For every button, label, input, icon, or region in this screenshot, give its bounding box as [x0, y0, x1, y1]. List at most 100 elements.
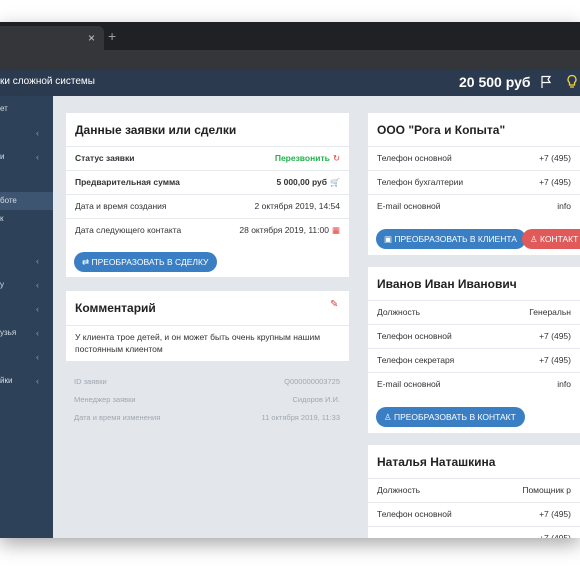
comment-card: Комментарий ✎ У клиента трое детей, и он…	[66, 291, 349, 361]
person-row: Должность Помощник р	[368, 478, 580, 502]
convert-to-deal-button[interactable]: ⇄ ПРЕОБРАЗОВАТЬ В СДЕЛКУ	[74, 252, 218, 272]
sidebar-item[interactable]: ‹	[0, 124, 53, 142]
chevron-left-icon: ‹	[36, 280, 39, 290]
sum-value-group: 5 000,00 руб 🛒	[277, 171, 340, 194]
next-contact-row: Дата следующего контакта 28 октября 2019…	[66, 218, 349, 242]
sidebar-item[interactable]: ‹	[0, 252, 53, 270]
screenshot-stage: × + ки сложной системы 20 500 руб ет ‹ и…	[0, 0, 580, 580]
app-title: ки сложной системы	[0, 76, 95, 87]
person-row-label: Должность	[377, 307, 421, 317]
person-row-label: Должность	[377, 485, 421, 495]
browser-tab-bar: × +	[0, 22, 580, 50]
browser-tab[interactable]: ×	[0, 26, 104, 50]
flag-icon[interactable]	[540, 75, 552, 89]
status-row: Статус заявки Перезвонить ↻	[66, 146, 349, 170]
company-row-label: E-mail основной	[377, 201, 441, 211]
chevron-left-icon: ‹	[36, 376, 39, 386]
chevron-left-icon: ‹	[36, 328, 39, 338]
convert-to-client-button[interactable]: ▣ ПРЕОБРАЗОВАТЬ В КЛИЕНТА	[376, 229, 526, 249]
chevron-left-icon: ‹	[36, 352, 39, 362]
sidebar: ет ‹ и ‹ боте к ‹ у ‹ ‹ узья ‹ ‹ йки ‹	[0, 96, 53, 538]
meta-manager-value: Сидоров И.И.	[292, 395, 340, 404]
sidebar-item[interactable]: ‹	[0, 300, 53, 318]
status-label: Статус заявки	[75, 153, 135, 163]
status-value: Перезвонить	[274, 153, 330, 163]
next-contact-group[interactable]: 28 октября 2019, 11:00 ▦	[239, 219, 340, 242]
person-row-label: Телефон секретаря	[377, 355, 455, 365]
company-row-label: Телефон основной	[377, 153, 452, 163]
comment-text-line-1: У клиента трое детей, и он может быть оч…	[75, 332, 321, 342]
account-balance: 20 500 руб	[459, 74, 531, 90]
created-label: Дата и время создания	[75, 201, 167, 211]
sidebar-item-label: йки	[0, 376, 13, 385]
sidebar-item[interactable]: узья ‹	[0, 324, 53, 342]
pencil-icon[interactable]: ✎	[330, 299, 338, 310]
deal-card-title: Данные заявки или сделки	[75, 123, 237, 137]
lightbulb-icon[interactable]	[566, 74, 578, 90]
chevron-left-icon: ‹	[36, 304, 39, 314]
browser-address-bar[interactable]	[0, 50, 580, 70]
sidebar-item-label: у	[0, 280, 4, 289]
sidebar-item-label: и	[0, 152, 5, 161]
person-card-title: Иванов Иван Иванович	[377, 277, 517, 291]
sidebar-item[interactable]: ет	[0, 100, 53, 118]
person-row: Телефон основной +7 (495)	[368, 324, 580, 348]
company-row-label: Телефон бухгалтерии	[377, 177, 464, 187]
person-row-label: Телефон основной	[377, 509, 452, 519]
sidebar-item[interactable]: к	[0, 210, 53, 228]
meta-id-value: Q000000003725	[284, 377, 340, 386]
new-tab-icon[interactable]: +	[108, 29, 116, 43]
person-row-value: +7 (495)	[539, 509, 571, 519]
sidebar-item[interactable]: йки ‹	[0, 372, 53, 390]
meta-modified-value: 11 октября 2019, 11:33	[261, 413, 341, 422]
created-row: Дата и время создания 2 октября 2019, 14…	[66, 194, 349, 218]
chevron-left-icon: ‹	[36, 256, 39, 266]
tab-close-icon[interactable]: ×	[88, 30, 95, 46]
deal-card: Данные заявки или сделки Статус заявки П…	[66, 113, 349, 277]
sidebar-item-active[interactable]: боте	[0, 192, 53, 210]
sidebar-item[interactable]: и ‹	[0, 148, 53, 166]
person-card: Иванов Иван Иванович Должность Генеральн…	[368, 267, 580, 433]
sidebar-item-label: ет	[0, 104, 8, 113]
company-card-title: ООО "Рога и Копыта"	[377, 123, 506, 137]
person-row-value: Помощник р	[522, 485, 571, 495]
person-row: Телефон секретаря +7 (495)	[368, 348, 580, 372]
status-value-group[interactable]: Перезвонить ↻	[275, 147, 340, 170]
meta-modified-label: Дата и время изменения	[74, 413, 161, 422]
created-value: 2 октября 2019, 14:54	[254, 201, 341, 211]
person-row-value: Генеральн	[529, 307, 571, 317]
meta-id-label: ID заявки	[74, 377, 107, 386]
sidebar-item-label: боте	[0, 196, 17, 205]
company-row: Телефон бухгалтерии +7 (495)	[368, 170, 580, 194]
company-row-value: +7 (495)	[539, 177, 571, 187]
person-card-title: Наталья Наташкина	[377, 455, 496, 469]
next-contact-label: Дата следующего контакта	[75, 225, 182, 235]
person-row-value: +7 (495)	[539, 355, 571, 365]
calendar-icon: ▦	[331, 225, 340, 235]
sidebar-item[interactable]: у ‹	[0, 276, 53, 294]
refresh-icon: ↻	[332, 153, 340, 163]
comment-card-title: Комментарий	[75, 301, 156, 315]
person-row: E-mail основной info	[368, 372, 580, 396]
chevron-left-icon: ‹	[36, 128, 39, 138]
sum-value: 5 000,00 руб	[276, 177, 328, 187]
chevron-left-icon: ‹	[36, 152, 39, 162]
person-row: +7 (495)	[368, 526, 580, 538]
sum-row: Предварительная сумма 5 000,00 руб 🛒	[66, 170, 349, 194]
company-row-value: info	[557, 201, 571, 211]
company-row: Телефон основной +7 (495)	[368, 146, 580, 170]
browser-window: × + ки сложной системы 20 500 руб ет ‹ и…	[0, 22, 580, 538]
convert-to-contact-button[interactable]: ♙ ПРЕОБРАЗОВАТЬ В КОНТАКТ	[376, 407, 525, 427]
company-row: E-mail основной info	[368, 194, 580, 218]
sidebar-item[interactable]: ‹	[0, 348, 53, 366]
company-row-value: +7 (495)	[539, 153, 571, 163]
meta-manager-label: Менеджер заявки	[74, 395, 136, 404]
app-header: ки сложной системы 20 500 руб	[0, 70, 580, 96]
person-row-label: Телефон основной	[377, 331, 452, 341]
cart-icon: 🛒	[330, 178, 340, 187]
person-row-value: +7 (495)	[539, 331, 571, 341]
convert-to-contact-button[interactable]: ♙ КОНТАКТ	[522, 229, 580, 249]
person-row-label: E-mail основной	[377, 379, 441, 389]
person-row-value: +7 (495)	[539, 533, 571, 538]
company-card: ООО "Рога и Копыта" Телефон основной +7 …	[368, 113, 580, 255]
